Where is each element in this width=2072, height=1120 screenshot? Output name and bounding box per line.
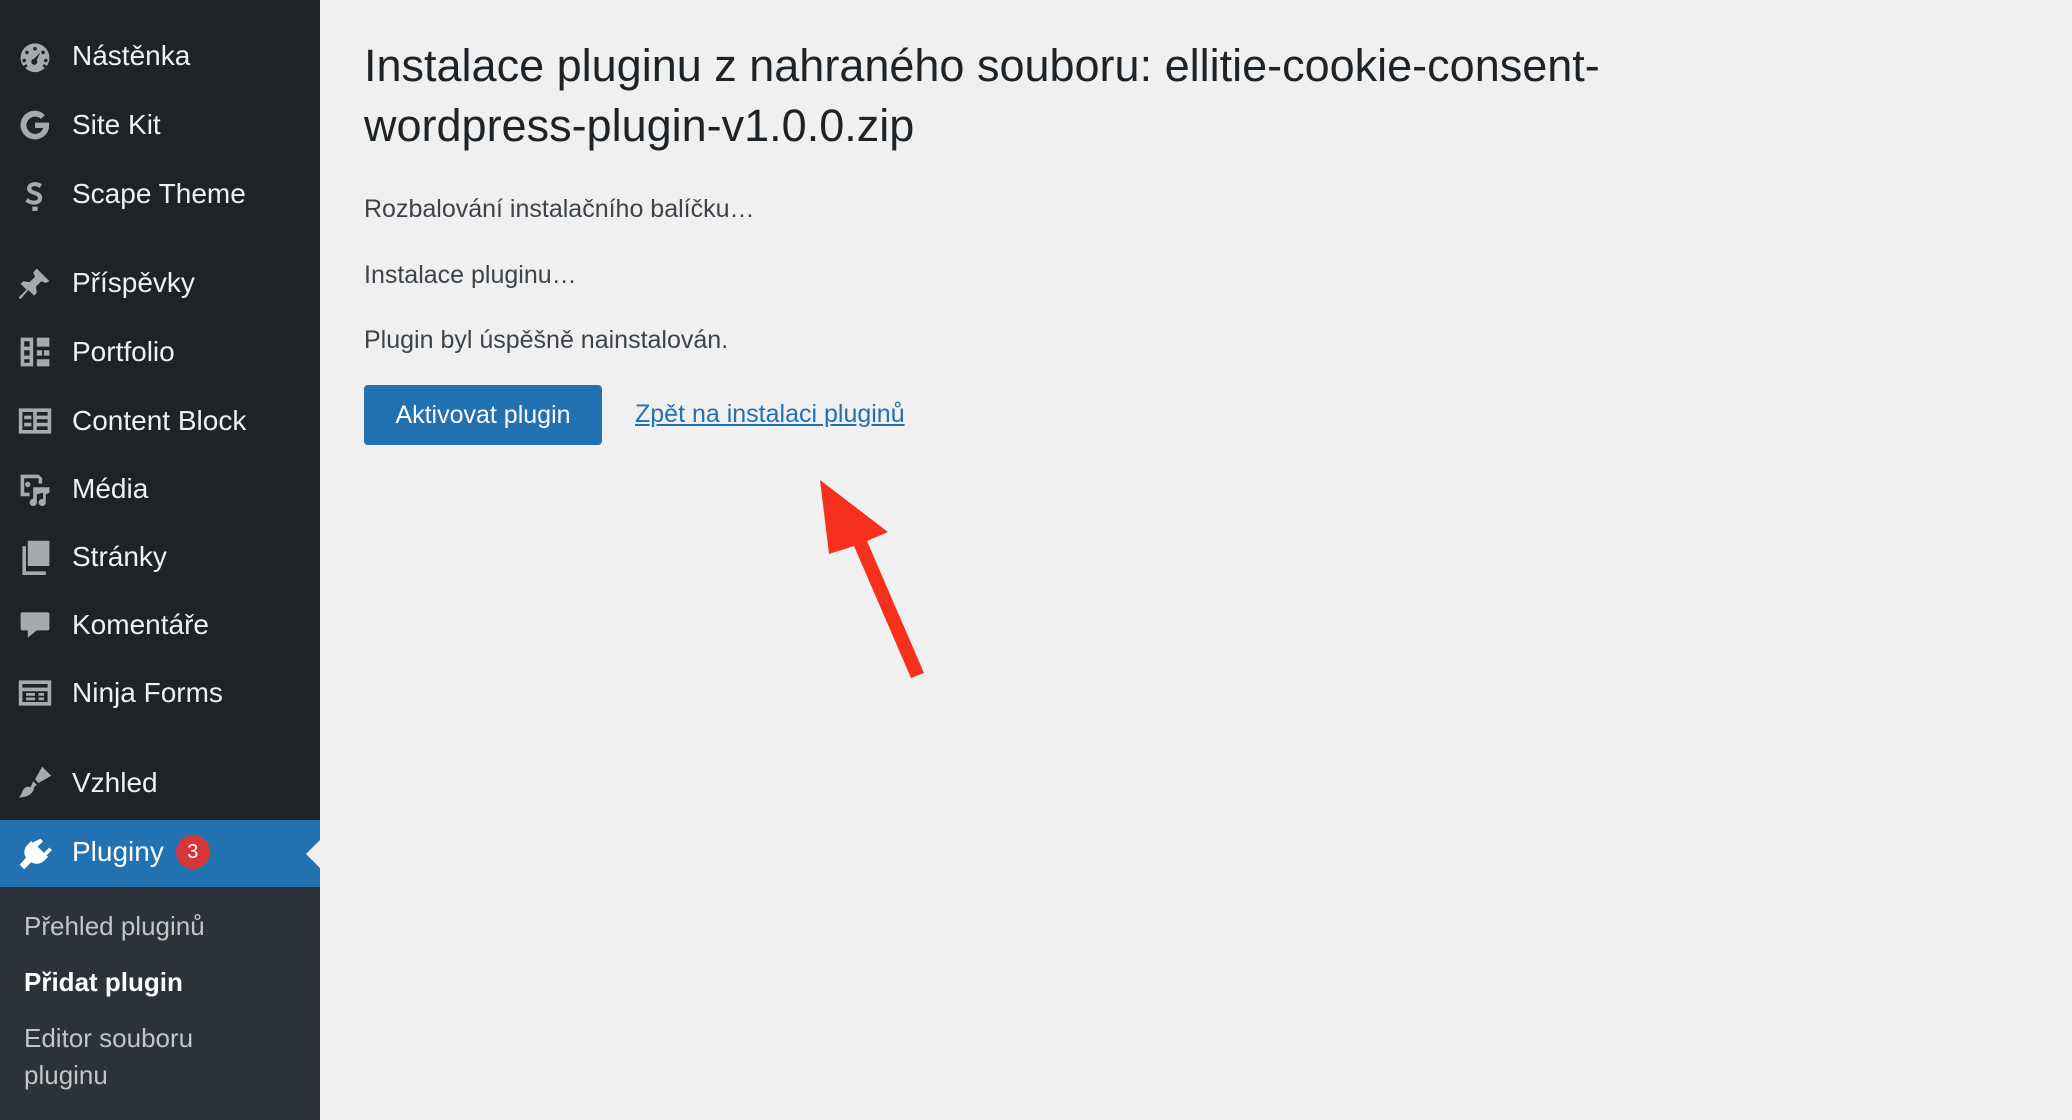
status-message-installing: Instalace pluginu… [364,261,577,289]
portfolio-icon [16,333,54,371]
content-block-icon [16,402,54,440]
sidebar-item-comments[interactable]: Komentáře [0,592,320,658]
sidebar-item-site-kit[interactable]: Site Kit [0,92,320,158]
update-count-badge: 3 [175,834,210,869]
submenu-item-add-plugin[interactable]: Přidat plugin [24,964,183,1001]
back-to-plugin-install-link[interactable]: Zpět na instalaci pluginů [635,400,905,429]
plugin-icon [16,835,54,873]
sidebar-item-dashboard[interactable]: Nástěnka [0,23,320,89]
sidebar-item-scape-theme[interactable]: Scape Theme [0,161,320,227]
sidebar-item-appearance[interactable]: Vzhled [0,750,320,816]
sidebar-item-label: Content Block [72,405,247,436]
sidebar-item-label: Site Kit [72,109,161,140]
active-menu-pointer [306,839,320,868]
annotation-arrow-icon [820,480,924,678]
page-title: Instalace pluginu z nahraného souboru: e… [364,40,1600,151]
pages-icon [16,538,54,576]
plugins-label: Pluginy [72,836,164,868]
activate-plugin-button[interactable]: Aktivovat plugin [364,385,602,445]
paintbrush-icon [16,764,54,802]
plugins-submenu: Přehled pluginů Přidat plugin Editor sou… [0,887,320,1120]
comment-icon [16,606,54,644]
forms-icon [16,674,54,712]
submenu-item-plugin-file-editor[interactable]: Editor souboru pluginu [24,1020,244,1094]
sidebar-item-label: Nástěnka [72,40,191,71]
sidebar-item-media[interactable]: Média [0,456,320,522]
sidebar-item-label: Stránky [72,541,167,572]
sidebar-item-label: Média [72,473,149,504]
status-message-success: Plugin byl úspěšně nainstalován. [364,326,729,354]
sidebar-item-label: Ninja Forms [72,677,223,708]
sidebar-item-pages[interactable]: Stránky [0,524,320,590]
media-icon [16,470,54,508]
sidebar-item-label: Pluginy 3 [72,834,210,871]
sidebar-item-plugins[interactable]: Pluginy 3 [0,820,320,887]
sidebar-item-content-block[interactable]: Content Block [0,388,320,454]
sidebar-item-posts[interactable]: Příspěvky [0,250,320,316]
sidebar-item-label: Scape Theme [72,178,246,209]
scape-s-icon [16,175,54,213]
main-content: Instalace pluginu z nahraného souboru: e… [320,0,2072,1120]
sidebar-item-label: Portfolio [72,336,175,367]
admin-sidebar: Nástěnka Site Kit Scape Theme Příspěvky … [0,0,320,1120]
submenu-item-installed-plugins[interactable]: Přehled pluginů [24,908,205,945]
status-message-unpacking: Rozbalování instalačního balíčku… [364,195,755,223]
google-g-icon [16,106,54,144]
sidebar-item-label: Komentáře [72,609,209,640]
dashboard-icon [16,37,54,75]
sidebar-item-label: Příspěvky [72,267,195,298]
sidebar-item-ninja-forms[interactable]: Ninja Forms [0,660,320,726]
sidebar-item-label: Vzhled [72,767,158,798]
pushpin-icon [16,264,54,302]
sidebar-item-portfolio[interactable]: Portfolio [0,319,320,385]
